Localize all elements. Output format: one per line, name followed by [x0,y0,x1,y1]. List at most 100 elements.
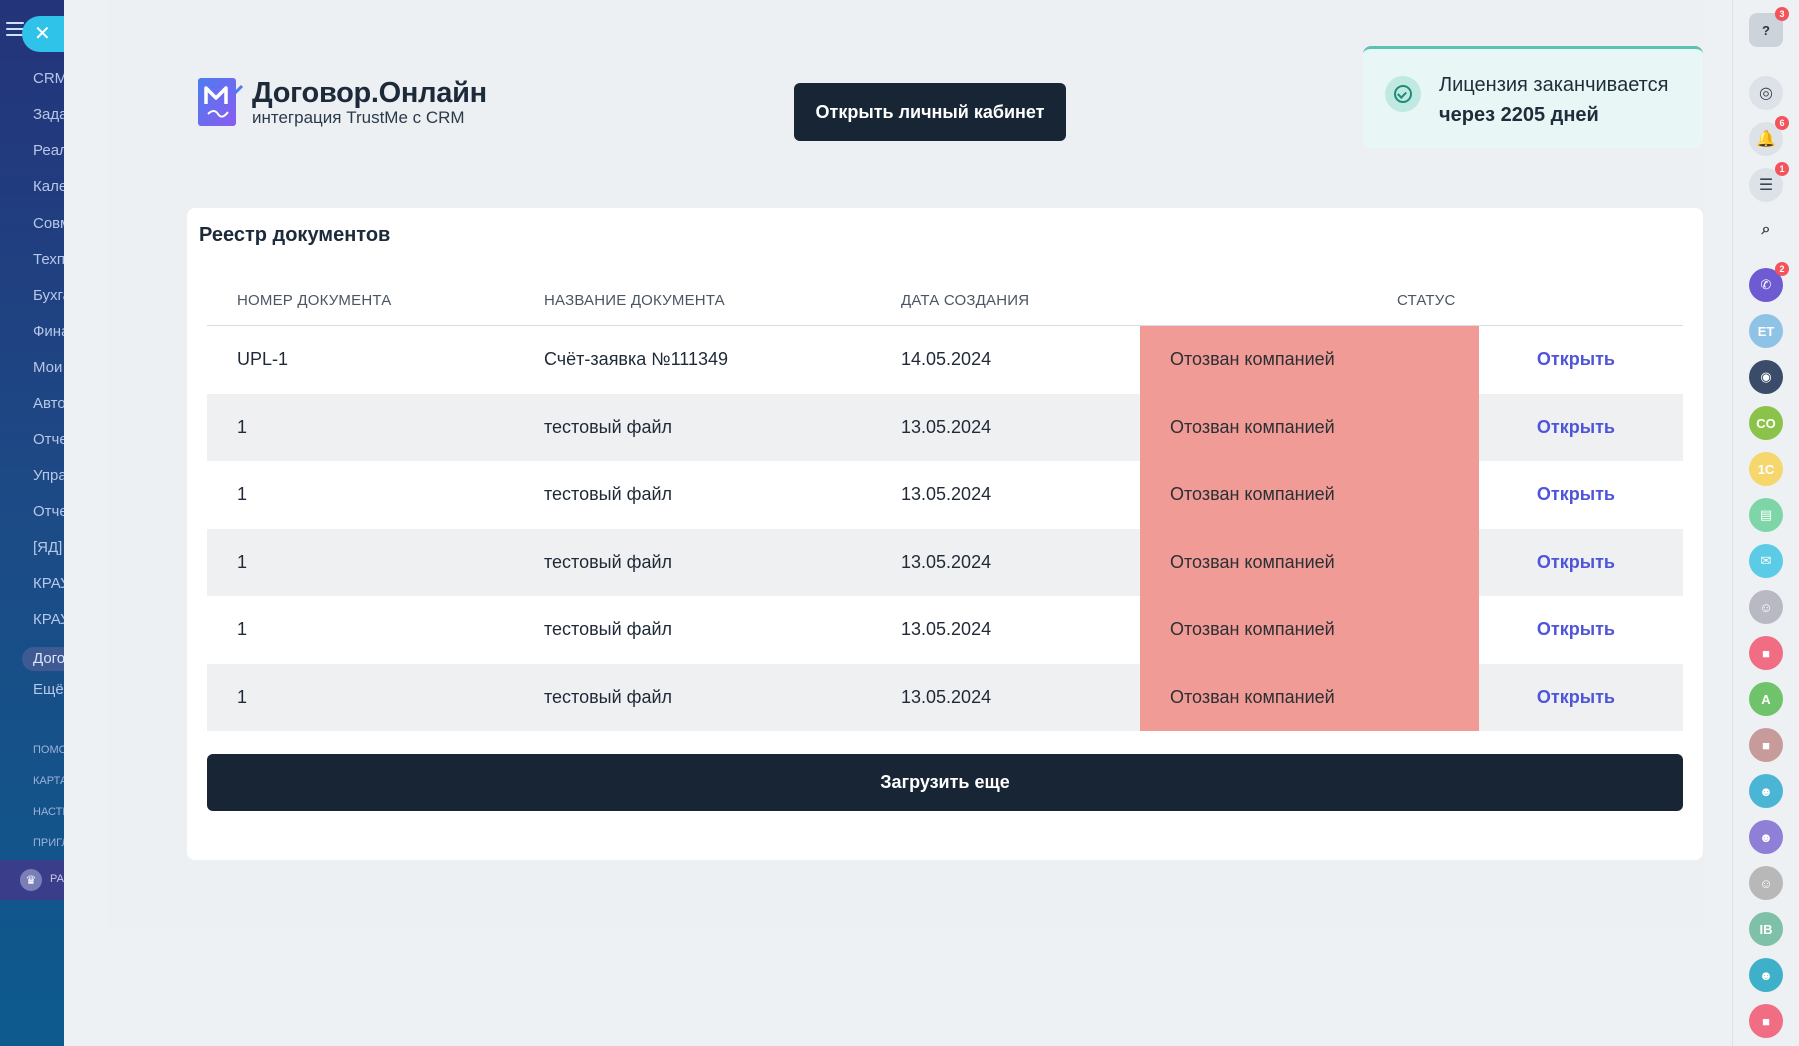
notification-badge: 2 [1775,262,1789,276]
open-document-link[interactable]: Открыть [1537,687,1615,708]
sidebar-item[interactable]: Задачи [33,106,64,123]
action-cell: Открыть [1305,664,1647,732]
sidebar-item[interactable]: Мои [33,359,64,376]
cell-name: тестовый файл [544,686,673,707]
sidebar-item[interactable]: Реализация [33,142,64,159]
column-header-date: ДАТА СОЗДАНИЯ [901,292,1030,309]
chat-icon-glyph: ✉ [1760,553,1772,568]
help-icon[interactable]: ? 3 [1749,7,1789,47]
sidebar-item[interactable]: Автоматизация [33,395,64,412]
sidebar-footer-item[interactable]: НАСТРОЙКИ [33,806,64,818]
sidebar-item[interactable]: Бухгалтерия [33,287,64,304]
column-header-status: СТАТУС [1397,292,1456,309]
chat-icon[interactable]: ✉ [1749,544,1783,578]
crown-icon: ♛ [20,869,42,891]
avatar-a-glyph: A [1761,691,1771,707]
notification-badge: 3 [1775,7,1789,21]
sidebar-item[interactable]: Управление [33,467,64,484]
chatbot-icon[interactable]: ◉ [1749,360,1783,394]
cell-date: 13.05.2024 [901,484,992,505]
table-row: 1 тестовый файл 13.05.2024 Отозван компание… [207,663,1683,732]
avatar-photo-1[interactable]: ☺ [1749,590,1783,624]
sidebar-item[interactable]: Совместная [33,215,64,232]
logo-subtitle: интеграция TrustMe с CRM [252,108,465,127]
sidebar-item[interactable]: Календарь [33,178,64,195]
column-header-number: НОМЕР ДОКУМЕНТА [237,292,392,309]
sidebar-item[interactable]: Техподдержка [33,251,64,268]
license-days: через 2205 дней [1439,104,1599,126]
table-header: НОМЕР ДОКУМЕНТА НАЗВАНИЕ ДОКУМЕНТА ДАТА … [207,268,1683,326]
sidebar-footer-item[interactable]: ПРИГЛАСИТЬ [33,837,64,849]
sidebar-item[interactable]: КРАУ [33,575,64,592]
app-1c-icon[interactable]: 1С [1749,452,1783,486]
video-icon-2[interactable]: ■ [1749,728,1783,762]
video-icon-3-glyph: ■ [1762,1013,1770,1029]
help-icon-glyph: ? [1762,22,1770,38]
cell-number: 1 [237,686,248,707]
sidebar-item[interactable]: Ещё [33,681,64,698]
sidebar-item[interactable]: [ЯД] [33,539,64,556]
cell-name: тестовый файл [544,484,673,505]
avatar-photo-2[interactable]: ☺ [1749,866,1783,900]
sidebar-item[interactable]: Отчеты [33,431,64,448]
avatar-co[interactable]: CO [1749,406,1783,440]
app-1c-icon-glyph: 1С [1757,461,1775,477]
bell-icon[interactable]: 🔔 6 [1749,116,1789,156]
group-icon-2[interactable]: ☻ [1749,820,1783,854]
cell-name: Счёт-заявка №111349 [544,349,728,370]
cell-number: UPL-1 [237,349,289,370]
sidebar-item[interactable]: Отчеты [33,503,64,520]
phone-icon[interactable]: ✆ 2 [1749,262,1789,302]
table-row: 1 тестовый файл 13.05.2024 Отозван компание… [207,461,1683,529]
cell-date: 13.05.2024 [901,551,992,572]
avatar-ib[interactable]: IB [1749,912,1783,946]
action-cell: Открыть [1305,394,1647,462]
load-more-button[interactable]: Загрузить еще [207,754,1683,811]
license-text: Лицензия заканчивается [1439,74,1669,96]
close-menu-button[interactable]: ✕ [22,16,64,52]
notes-icon-glyph: ▤ [1759,507,1773,522]
open-document-link[interactable]: Открыть [1537,552,1615,573]
plan-label: РА [50,873,64,885]
sidebar-footer-item[interactable]: ПОМОЩЬ [33,744,64,756]
left-sidebar: ✕ CRM Задачи Реализация Календарь Совместная… [0,0,64,1046]
search-icon[interactable]: ⌕ [1749,213,1783,247]
open-document-link[interactable]: Открыть [1537,349,1615,370]
sidebar-item[interactable]: Финансы [33,323,64,340]
chatbot-icon-glyph: ◉ [1760,369,1772,384]
right-toolbar: ? 3 ◎ 🔔 6 ☰ 1 ⌕ ✆ 2 ET ◉ CO 1С ▤ ✉ ☺ ■ A ■ ☻ ☻ ☺ IB ☻ ■ [1732,0,1799,1046]
copilot-icon-glyph: ◎ [1759,85,1773,102]
group-icon-3[interactable]: ☻ [1749,958,1783,992]
cell-date: 13.05.2024 [901,416,992,437]
sidebar-item[interactable]: Договор [22,647,64,671]
open-document-link[interactable]: Открыть [1537,417,1615,438]
sidebar-item[interactable]: КРАУ [33,611,64,628]
plan-bar[interactable]: ♛ РА [0,860,64,900]
group-icon-2-glyph: ☻ [1759,829,1773,845]
notes-icon[interactable]: ▤ [1749,498,1783,532]
cell-date: 14.05.2024 [901,349,992,370]
avatar-a[interactable]: A [1749,682,1783,716]
cell-date: 13.05.2024 [901,619,992,640]
phone-icon-glyph: ✆ [1760,277,1772,292]
action-cell: Открыть [1305,326,1647,394]
search-icon-glyph: ⌕ [1761,221,1771,238]
sidebar-footer-item[interactable]: КАРТА [33,775,64,787]
license-notice: Лицензия заканчивается через 2205 дней [1363,46,1703,148]
video-icon[interactable]: ■ [1749,636,1783,670]
avatar-et[interactable]: ET [1749,314,1783,348]
avatar-photo-1-glyph: ☺ [1759,599,1773,615]
open-cabinet-button[interactable]: Открыть личный кабинет [794,83,1066,141]
group-icon[interactable]: ☻ [1749,774,1783,808]
avatar-ib-glyph: IB [1759,921,1773,937]
open-document-link[interactable]: Открыть [1537,619,1615,640]
main-area: Договор.Онлайн интеграция TrustMe с CRM … [64,0,1732,1046]
tasks-icon[interactable]: ☰ 1 [1749,162,1789,202]
cell-number: 1 [237,484,248,505]
table-row: 1 тестовый файл 13.05.2024 Отозван компание… [207,528,1683,596]
video-icon-3[interactable]: ■ [1749,1004,1783,1038]
content-panel: Договор.Онлайн интеграция TrustMe с CRM … [106,0,1704,928]
sidebar-item[interactable]: CRM [33,70,64,87]
copilot-icon[interactable]: ◎ [1749,76,1783,110]
open-document-link[interactable]: Открыть [1537,484,1615,505]
